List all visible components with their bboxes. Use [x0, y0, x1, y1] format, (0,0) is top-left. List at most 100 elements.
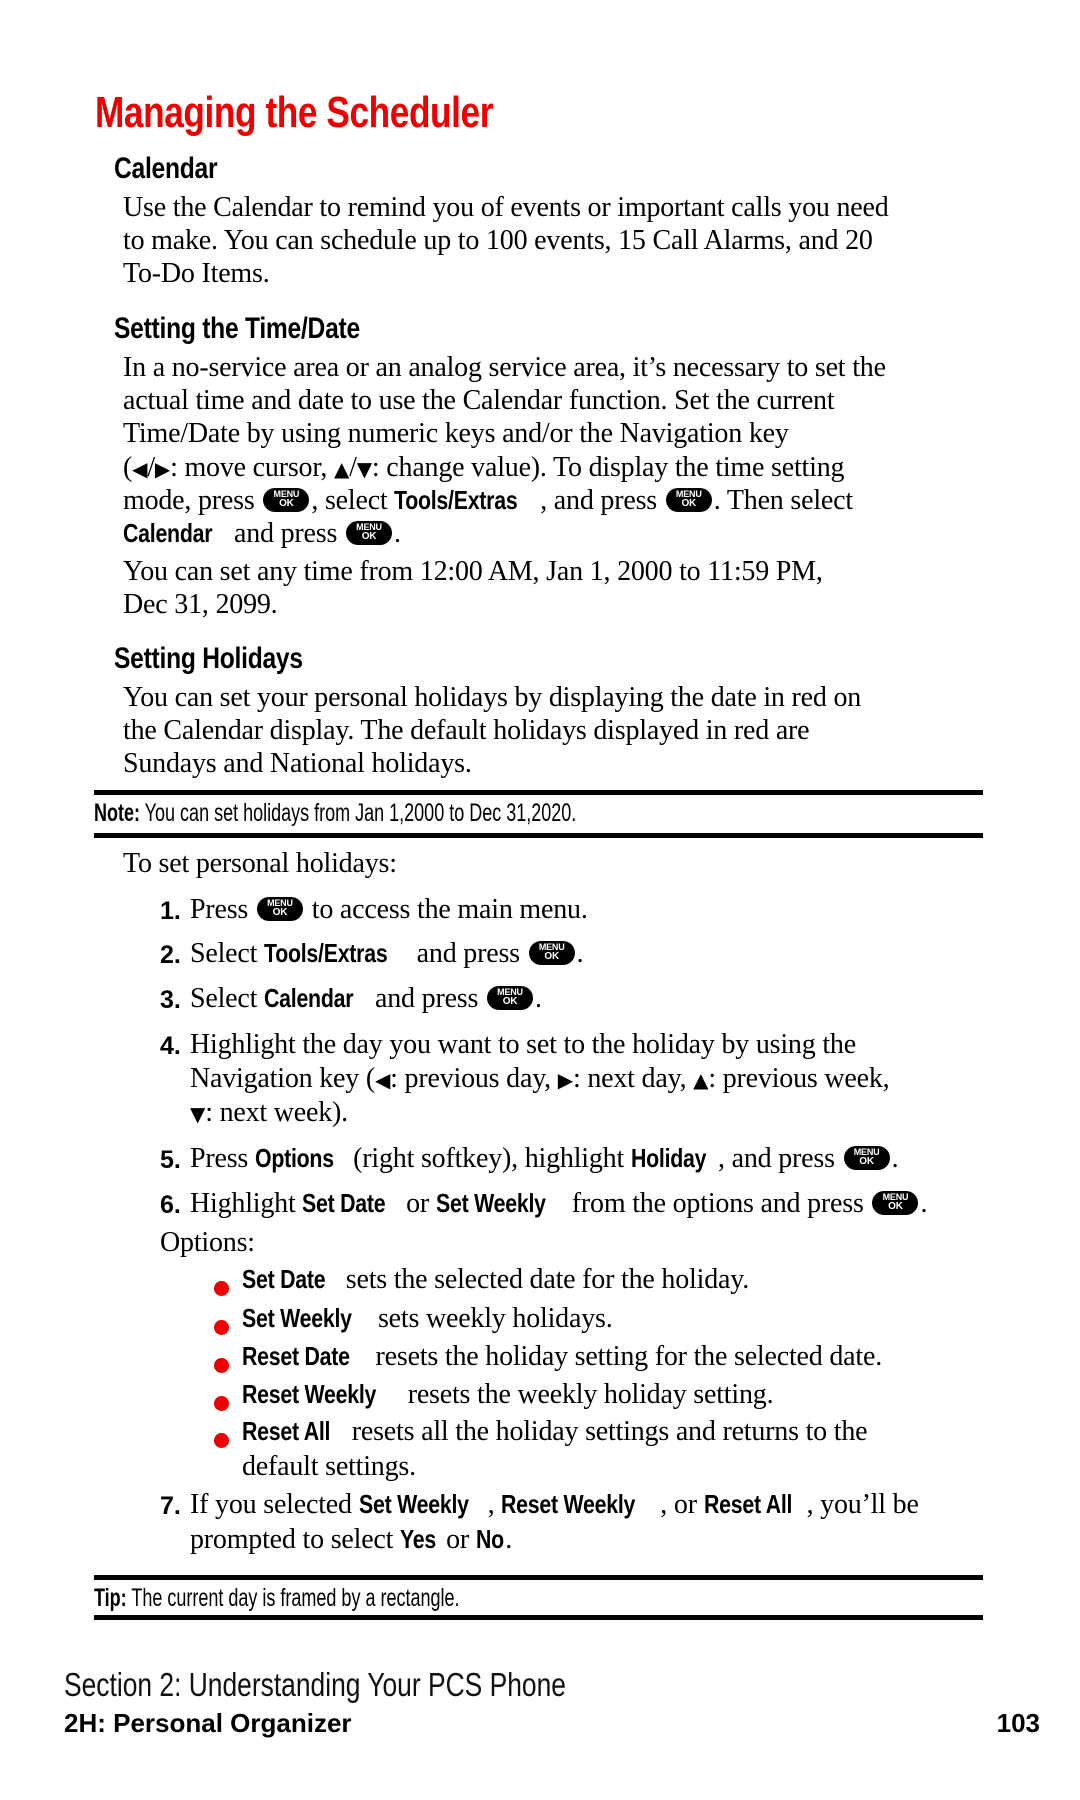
menu-name-tools-extras: Tools/Extras	[264, 938, 388, 968]
option-name: Set Weekly	[242, 1303, 352, 1333]
bullet-icon	[214, 1320, 229, 1335]
step-7-line: If you selected Set Weekly, Reset Weekly…	[190, 1489, 919, 1521]
text: . Then select	[713, 485, 853, 516]
option-desc: resets the holiday setting for the selec…	[368, 1341, 883, 1372]
option-item: Reset Weekly resets the weekly holiday s…	[242, 1379, 774, 1411]
menu-ok-key-icon: MENU OK	[263, 488, 310, 512]
text: Press	[190, 1143, 255, 1174]
text: Select	[190, 983, 265, 1014]
menu-ok-key-icon: MENU OK	[872, 1191, 919, 1215]
step-number: 2.	[160, 941, 181, 969]
text: , you’ll be	[806, 1489, 919, 1520]
step-5: Press Options (right softkey), highlight…	[190, 1143, 899, 1175]
step-7-line: prompted to select Yes or No.	[190, 1524, 512, 1556]
up-arrow-icon: ▲	[333, 457, 350, 481]
left-arrow-icon: ◀	[374, 1068, 391, 1092]
key-label-ok: OK	[279, 498, 294, 509]
text: Navigation key (	[190, 1063, 375, 1094]
text: , and press	[718, 1143, 835, 1174]
holidays-text-line: the Calendar display. The default holida…	[123, 715, 810, 746]
text: (right softkey), highlight	[346, 1143, 631, 1174]
text: and press	[227, 518, 338, 549]
note-top-rule	[94, 790, 983, 795]
key-label-ok: OK	[502, 996, 518, 1007]
text: .	[920, 1188, 928, 1219]
step-3: Select Calendar and press MENU OK.	[190, 983, 542, 1015]
step-6: Highlight Set Date or Set Weekly from th…	[190, 1188, 927, 1220]
tip-top-rule	[94, 1575, 983, 1580]
time-date-heading: Setting the Time/Date	[114, 312, 360, 345]
option-desc: sets weekly holidays.	[371, 1303, 613, 1334]
text: /	[147, 452, 155, 483]
text: from the options and press	[565, 1188, 864, 1219]
time-date-text-line: Time/Date by using numeric keys and/or t…	[123, 418, 789, 449]
right-arrow-icon: ▶	[154, 457, 171, 481]
tip-text: The current day is framed by a rectangle…	[126, 1584, 460, 1612]
page-number: 103	[996, 1708, 1040, 1738]
text: , select	[311, 485, 395, 516]
text: or	[399, 1188, 436, 1219]
calendar-heading: Calendar	[114, 152, 218, 185]
text: , and press	[540, 485, 657, 516]
softkey-name-options: Options	[254, 1143, 334, 1173]
bullet-icon	[214, 1433, 229, 1448]
bullet-icon	[214, 1358, 229, 1373]
text: and press	[409, 938, 520, 969]
time-date-text-line: actual time and date to use the Calendar…	[123, 385, 835, 416]
choice-yes: Yes	[400, 1524, 437, 1554]
key-label-ok: OK	[888, 1201, 903, 1212]
option-name-set-date: Set Date	[302, 1188, 386, 1218]
tip-bottom-rule	[94, 1615, 983, 1620]
key-label-ok: OK	[681, 498, 697, 509]
text: : next day,	[572, 1063, 694, 1094]
calendar-text-line: to make. You can schedule up to 100 even…	[123, 225, 873, 256]
steps-intro: To set personal holidays:	[123, 848, 397, 879]
text: .	[394, 518, 401, 549]
menu-ok-key-icon: MENU OK	[256, 897, 303, 921]
footer-section-title: Section 2: Understanding Your PCS Phone	[64, 1666, 566, 1703]
step-4-line: ▼: next week).	[190, 1097, 348, 1129]
down-arrow-icon: ▼	[190, 1102, 206, 1126]
tip: Tip: The current day is framed by a rect…	[94, 1584, 460, 1613]
text: : move cursor,	[170, 452, 334, 483]
right-arrow-icon: ▶	[557, 1068, 573, 1092]
menu-ok-key-icon: MENU OK	[665, 488, 712, 512]
option-name-reset-weekly: Reset Weekly	[501, 1489, 636, 1519]
note-label: Note:	[94, 799, 141, 827]
bullet-icon	[214, 1396, 229, 1411]
text: Highlight	[190, 1188, 303, 1219]
time-range-line: Dec 31, 2099.	[123, 589, 278, 620]
step-4-line: Highlight the day you want to set to the…	[190, 1029, 856, 1060]
option-name: Reset Date	[242, 1341, 350, 1371]
option-item: Reset Date resets the holiday setting fo…	[242, 1341, 882, 1373]
option-item: Set Date sets the selected date for the …	[242, 1264, 749, 1296]
menu-ok-key-icon: MENU OK	[528, 941, 575, 965]
step-number: 5.	[160, 1146, 181, 1174]
step-number: 6.	[160, 1191, 181, 1219]
option-name: Reset All	[242, 1416, 331, 1446]
text: Press	[190, 894, 249, 925]
menu-ok-key-icon: MENU OK	[843, 1146, 890, 1170]
text: : previous week,	[708, 1063, 890, 1094]
text: : change value). To display the time set…	[371, 452, 845, 483]
option-name-set-weekly: Set Weekly	[358, 1489, 469, 1519]
tip-label: Tip:	[94, 1584, 127, 1612]
option-name-set-weekly: Set Weekly	[435, 1188, 546, 1218]
down-arrow-icon: ▼	[356, 457, 372, 481]
option-item: Reset All resets all the holiday setting…	[242, 1416, 868, 1448]
choice-no: No	[475, 1524, 504, 1554]
text: ,	[487, 1489, 502, 1520]
text: and press	[368, 983, 479, 1014]
holidays-heading: Setting Holidays	[114, 642, 303, 675]
text: , or	[660, 1489, 704, 1520]
text: (	[123, 452, 133, 483]
time-date-text-line: mode, press MENU OK, select Tools/Extras,…	[123, 485, 853, 517]
option-desc: resets the weekly holiday setting.	[400, 1379, 774, 1410]
step-number: 3.	[160, 986, 181, 1014]
left-arrow-icon: ◀	[132, 457, 148, 481]
text: mode, press	[123, 485, 255, 516]
step-number: 1.	[160, 897, 181, 925]
note: Note: You can set holidays from Jan 1,20…	[94, 799, 576, 828]
footer-chapter: 2H: Personal Organizer	[64, 1708, 352, 1738]
option-desc: sets the selected date for the holiday.	[338, 1264, 750, 1295]
